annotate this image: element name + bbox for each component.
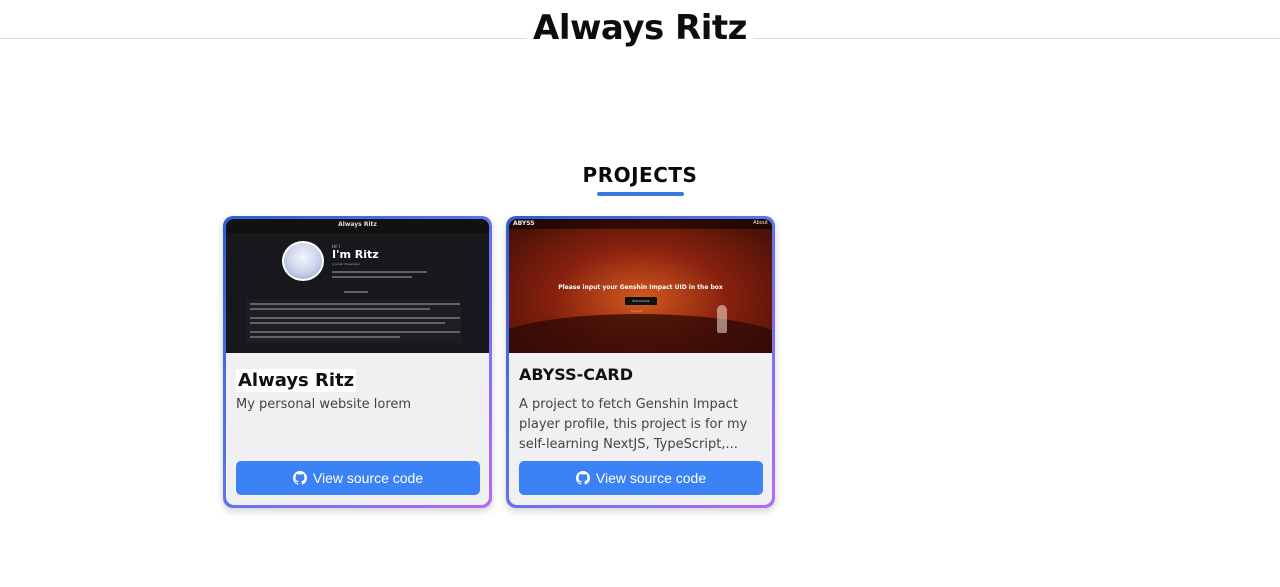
project-title: Always Ritz	[236, 369, 357, 392]
view-source-button[interactable]: View source code	[519, 461, 763, 495]
view-source-label: View source code	[595, 470, 707, 486]
thumbnail-about-link: About	[753, 220, 768, 226]
site-header: Always Ritz	[0, 0, 1280, 49]
github-icon	[292, 471, 307, 485]
project-thumbnail: Always Ritz Hi! I I'm Ritz A Junior Deve…	[226, 219, 489, 353]
thumbnail-site-title: Always Ritz	[338, 221, 377, 228]
thumbnail-headline: I'm Ritz	[332, 248, 379, 261]
thumbnail-prompt: Please input your Genshin Impact UID in …	[558, 284, 723, 291]
project-thumbnail: ABYSS About Please input your Genshin Im…	[509, 219, 772, 353]
project-description: My personal website lorem	[236, 397, 412, 412]
github-icon	[575, 471, 590, 485]
projects-heading: PROJECTS	[582, 163, 698, 187]
heading-underline	[597, 192, 684, 196]
project-description: A project to fetch Genshin Impact player…	[519, 397, 748, 452]
project-card: Always Ritz Hi! I I'm Ritz A Junior Deve…	[223, 216, 492, 508]
view-source-button[interactable]: View source code	[236, 461, 480, 495]
thumbnail-uid-input: 800104402	[625, 297, 657, 305]
thumbnail-submit: Submit	[631, 309, 642, 313]
site-title[interactable]: Always Ritz	[0, 7, 1280, 49]
thumbnail-logo: ABYSS	[513, 220, 535, 227]
thumbnail-subtitle: A Junior Developer	[332, 262, 360, 266]
project-title: ABYSS-CARD	[519, 365, 633, 384]
project-card: ABYSS About Please input your Genshin Im…	[506, 216, 775, 508]
avatar	[282, 241, 324, 281]
view-source-label: View source code	[312, 470, 424, 486]
